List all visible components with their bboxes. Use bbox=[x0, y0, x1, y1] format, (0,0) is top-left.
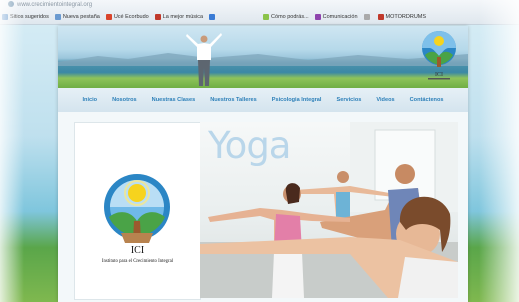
screenshot-fade-left bbox=[0, 0, 24, 302]
website: ICI Inicio Nosotros Nuestras Clases Nues… bbox=[58, 26, 468, 302]
nav-link-clases[interactable]: Nuestras Clases bbox=[152, 97, 196, 103]
bookmark-item[interactable]: Nueva pestaña bbox=[54, 13, 100, 20]
main-nav: Inicio Nosotros Nuestras Clases Nuestros… bbox=[58, 88, 468, 112]
nav-link-servicios[interactable]: Servicios bbox=[336, 97, 361, 103]
banner-logo-text: ICI bbox=[435, 72, 443, 78]
nav-link-nosotros[interactable]: Nosotros bbox=[112, 97, 137, 103]
music-icon bbox=[154, 13, 161, 20]
calendar-icon bbox=[209, 13, 216, 20]
page-icon bbox=[363, 13, 370, 20]
page-icon bbox=[54, 13, 61, 20]
bookmark-item[interactable]: MOTORDRUMS bbox=[377, 13, 426, 20]
page-icon bbox=[263, 13, 270, 20]
main-content: ICI Instituto para el Crecimiento Integr… bbox=[74, 122, 458, 300]
nav-link-talleres[interactable]: Nuestros Talleres bbox=[210, 97, 257, 103]
ici-logo bbox=[104, 174, 170, 243]
nav-link-contactenos[interactable]: Contáctenos bbox=[410, 97, 444, 103]
address-text: www.crecimientointegral.org bbox=[17, 2, 93, 8]
bookmark-item[interactable]: La mejor música bbox=[154, 13, 203, 20]
photo-icon bbox=[314, 13, 321, 20]
logo-panel: ICI Instituto para el Crecimiento Integr… bbox=[74, 122, 201, 300]
man-arms-raised-image bbox=[186, 33, 222, 86]
hero-title: Yoga bbox=[208, 124, 291, 167]
logo-title: ICI bbox=[130, 245, 145, 256]
screenshot-fade-right bbox=[479, 0, 519, 302]
nav-link-inicio[interactable]: Inicio bbox=[82, 97, 97, 103]
music-icon bbox=[377, 13, 384, 20]
nav-link-psicologia[interactable]: Psicologia Integral bbox=[272, 97, 322, 103]
bookmark-item[interactable]: Comunicación bbox=[314, 13, 358, 20]
browser-toolbar: www.crecimientointegral.org Sitios suger… bbox=[0, 0, 519, 25]
ici-logo-small: ICI bbox=[422, 31, 456, 80]
bookmark-item[interactable] bbox=[209, 13, 217, 20]
address-bar[interactable]: www.crecimientointegral.org bbox=[8, 1, 228, 10]
logo-subtitle: Instituto para el Crecimiento Integral bbox=[101, 259, 174, 264]
desktop-screenshot: www.crecimientointegral.org Sitios suger… bbox=[0, 0, 519, 302]
play-icon bbox=[105, 13, 112, 20]
bookmark-item[interactable]: Cómo podrás... bbox=[263, 13, 309, 20]
mountains-image bbox=[58, 53, 468, 66]
yoga-photo: Yoga bbox=[200, 122, 458, 298]
bookmarks-bar: Sitios sugeridos Nueva pestaña Ucé Ecorb… bbox=[2, 11, 517, 22]
bookmark-item[interactable]: Ucé Ecorbudo bbox=[105, 13, 149, 20]
header-banner: ICI bbox=[58, 26, 468, 88]
nav-link-videos[interactable]: Videos bbox=[376, 97, 394, 103]
bookmark-item[interactable] bbox=[363, 13, 372, 20]
